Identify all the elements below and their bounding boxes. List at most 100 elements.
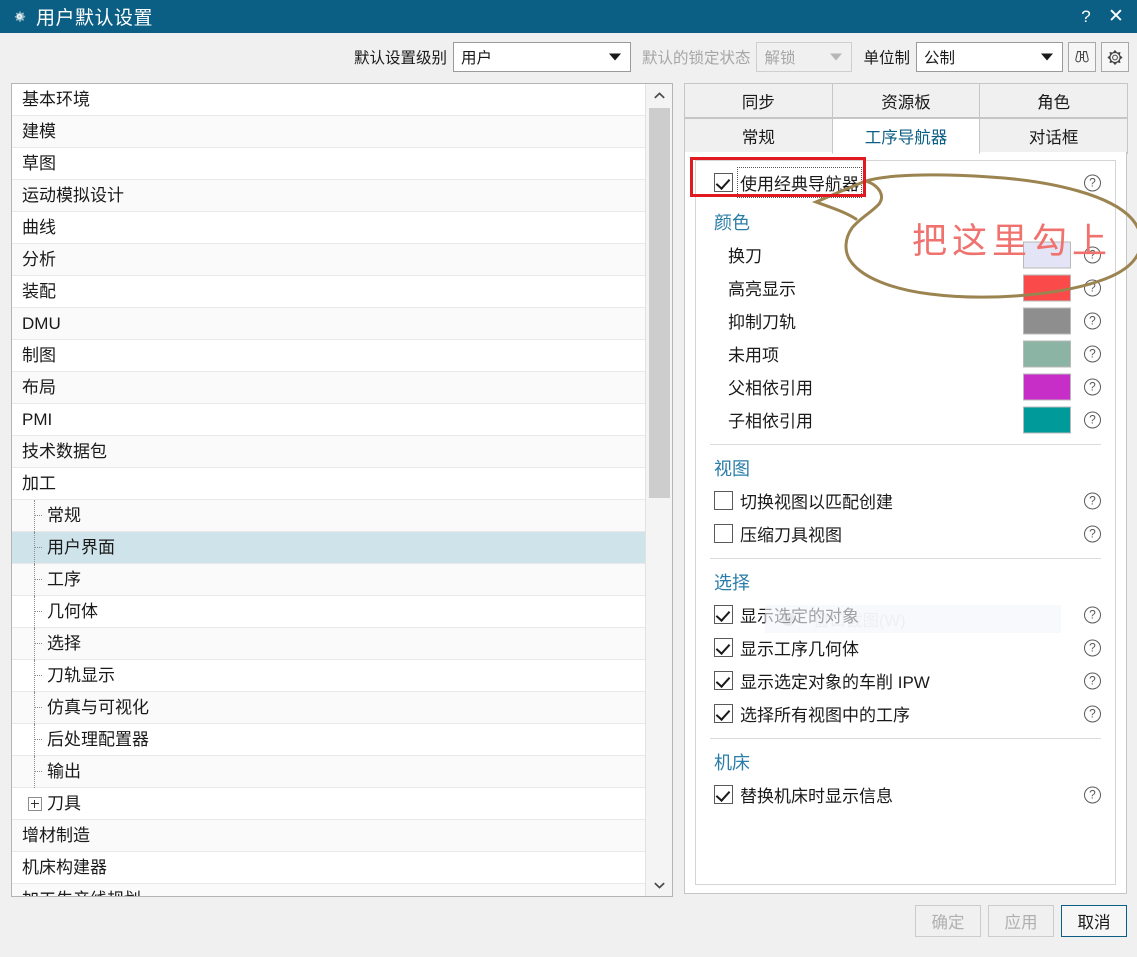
tree-item-13[interactable]: 常规	[12, 500, 645, 532]
units-select[interactable]: 公制	[916, 42, 1063, 72]
binoculars-icon[interactable]	[1068, 42, 1096, 72]
panel-body: 使用经典导航器 ? 颜色 换刀? 高亮显示? 抑制刀轨? 未用项? 父相依引用? 子相依引用…	[684, 152, 1127, 894]
help-icon[interactable]: ?	[1084, 279, 1101, 296]
chevron-up-icon[interactable]	[646, 84, 672, 106]
tree-item-18[interactable]: 刀轨显示	[12, 660, 645, 692]
gear-icon[interactable]	[1101, 42, 1129, 72]
tree-item-15[interactable]: 工序	[12, 564, 645, 596]
check-row-2-3[interactable]: 选择所有视图中的工序?	[696, 697, 1115, 730]
tab-tabs_row1-1[interactable]: 资源板	[831, 83, 981, 118]
tab-label: 对话框	[1028, 129, 1079, 147]
tree-item-20[interactable]: 后处理配置器	[12, 724, 645, 756]
units-label: 单位制	[863, 50, 910, 67]
check-row-2-1[interactable]: 显示工序几何体?	[696, 631, 1115, 664]
chevron-down-icon	[608, 53, 621, 61]
tree-item-label: 几何体	[47, 602, 98, 621]
classic-navigator-row[interactable]: 使用经典导航器 ?	[696, 166, 1115, 199]
tree-item-23[interactable]: 增材制造	[12, 820, 645, 852]
help-icon[interactable]: ?	[1084, 312, 1101, 329]
tree-item-5[interactable]: 分析	[12, 244, 645, 276]
tree-item-22[interactable]: 刀具	[12, 788, 645, 820]
tree-item-1[interactable]: 建模	[12, 116, 645, 148]
tree-item-21[interactable]: 输出	[12, 756, 645, 788]
help-icon[interactable]: ?	[1084, 174, 1101, 191]
color-swatch[interactable]	[1023, 241, 1071, 268]
check-row-3-0[interactable]: 替换机床时显示信息?	[696, 778, 1115, 811]
classic-navigator-checkbox[interactable]	[714, 173, 733, 192]
tree-item-7[interactable]: DMU	[12, 308, 645, 340]
color-row-label: 子相依引用	[728, 412, 813, 431]
tree-scrollbar[interactable]	[645, 84, 672, 896]
help-button[interactable]: ?	[1071, 0, 1101, 33]
tree-item-25[interactable]: 加工生产线规划	[12, 884, 645, 896]
tree-item-14[interactable]: 用户界面	[12, 532, 645, 564]
checkbox[interactable]	[714, 785, 733, 804]
tree-item-4[interactable]: 曲线	[12, 212, 645, 244]
help-icon[interactable]: ?	[1084, 525, 1101, 542]
help-icon[interactable]: ?	[1084, 705, 1101, 722]
close-icon[interactable]: ✕	[1101, 0, 1131, 33]
tree-guide-dash	[34, 515, 42, 516]
tree-item-17[interactable]: 选择	[12, 628, 645, 660]
color-row-0-2[interactable]: 抑制刀轨?	[696, 304, 1115, 337]
help-icon[interactable]: ?	[1084, 411, 1101, 428]
tree-item-19[interactable]: 仿真与可视化	[12, 692, 645, 724]
tree-item-0[interactable]: 基本环境	[12, 84, 645, 116]
tab-row-upper[interactable]: 同步 资源板 角色	[684, 83, 1129, 118]
color-row-0-5[interactable]: 子相依引用?	[696, 403, 1115, 436]
tree-item-11[interactable]: 技术数据包	[12, 436, 645, 468]
default-level-select[interactable]: 用户	[452, 42, 631, 72]
expand-plus-icon[interactable]	[28, 797, 42, 811]
color-row-0-4[interactable]: 父相依引用?	[696, 370, 1115, 403]
chevron-down-icon[interactable]	[646, 874, 672, 896]
settings-tree-list[interactable]: 基本环境 建模 草图 运动模拟设计 曲线 分析 装配 DMU 制图 布局 PMI 技术数据包 加工 常规用…	[12, 84, 645, 896]
check-row-1-0[interactable]: 切换视图以匹配创建?	[696, 484, 1115, 517]
lock-state-select[interactable]: 解锁	[756, 42, 853, 72]
check-row-2-2[interactable]: 显示选定对象的车削 IPW?	[696, 664, 1115, 697]
color-row-0-0[interactable]: 换刀?	[696, 238, 1115, 271]
color-swatch[interactable]	[1023, 274, 1071, 301]
help-icon[interactable]: ?	[1084, 492, 1101, 509]
check-row-1-1[interactable]: 压缩刀具视图?	[696, 517, 1115, 550]
tab-row-lower[interactable]: 常规 工序导航器 对话框	[684, 118, 1129, 154]
checkbox[interactable]	[714, 524, 733, 543]
help-icon[interactable]: ?	[1084, 639, 1101, 656]
color-row-0-3[interactable]: 未用项?	[696, 337, 1115, 370]
scrollbar-thumb[interactable]	[649, 108, 670, 498]
tab-tabs_row2-1[interactable]: 工序导航器	[831, 118, 981, 154]
help-icon[interactable]: ?	[1084, 786, 1101, 803]
color-swatch[interactable]	[1023, 406, 1071, 433]
color-swatch[interactable]	[1023, 340, 1071, 367]
tab-tabs_row2-2[interactable]: 对话框	[979, 118, 1129, 154]
settings-tree-panel[interactable]: 基本环境 建模 草图 运动模拟设计 曲线 分析 装配 DMU 制图 布局 PMI 技术数据包 加工 常规用…	[11, 83, 673, 897]
checkbox[interactable]	[714, 638, 733, 657]
help-icon[interactable]: ?	[1084, 345, 1101, 362]
tab-tabs_row1-2[interactable]: 角色	[979, 83, 1129, 118]
help-icon[interactable]: ?	[1084, 378, 1101, 395]
tree-item-10[interactable]: PMI	[12, 404, 645, 436]
tree-item-9[interactable]: 布局	[12, 372, 645, 404]
help-icon[interactable]: ?	[1084, 672, 1101, 689]
color-swatch[interactable]	[1023, 373, 1071, 400]
tab-tabs_row2-0[interactable]: 常规	[684, 118, 833, 154]
tree-guide-dash	[34, 675, 42, 676]
dialog-button-2[interactable]: 取消	[1061, 905, 1127, 937]
tree-item-8[interactable]: 制图	[12, 340, 645, 372]
color-swatch[interactable]	[1023, 307, 1071, 334]
checkbox[interactable]	[714, 491, 733, 510]
checkbox[interactable]	[714, 704, 733, 723]
checkbox[interactable]	[714, 671, 733, 690]
tree-item-12[interactable]: 加工	[12, 468, 645, 500]
tree-item-6[interactable]: 装配	[12, 276, 645, 308]
dialog-button-row[interactable]: 确定 应用 取消	[915, 905, 1127, 937]
tree-item-2[interactable]: 草图	[12, 148, 645, 180]
tab-tabs_row1-0[interactable]: 同步	[684, 83, 833, 118]
help-icon[interactable]: ?	[1084, 606, 1101, 623]
tree-item-3[interactable]: 运动模拟设计	[12, 180, 645, 212]
color-row-0-1[interactable]: 高亮显示?	[696, 271, 1115, 304]
check-row-label: 显示选定对象的车削 IPW	[740, 673, 930, 692]
checkbox[interactable]	[714, 605, 733, 624]
tree-item-24[interactable]: 机床构建器	[12, 852, 645, 884]
help-icon[interactable]: ?	[1084, 246, 1101, 263]
tree-item-16[interactable]: 几何体	[12, 596, 645, 628]
